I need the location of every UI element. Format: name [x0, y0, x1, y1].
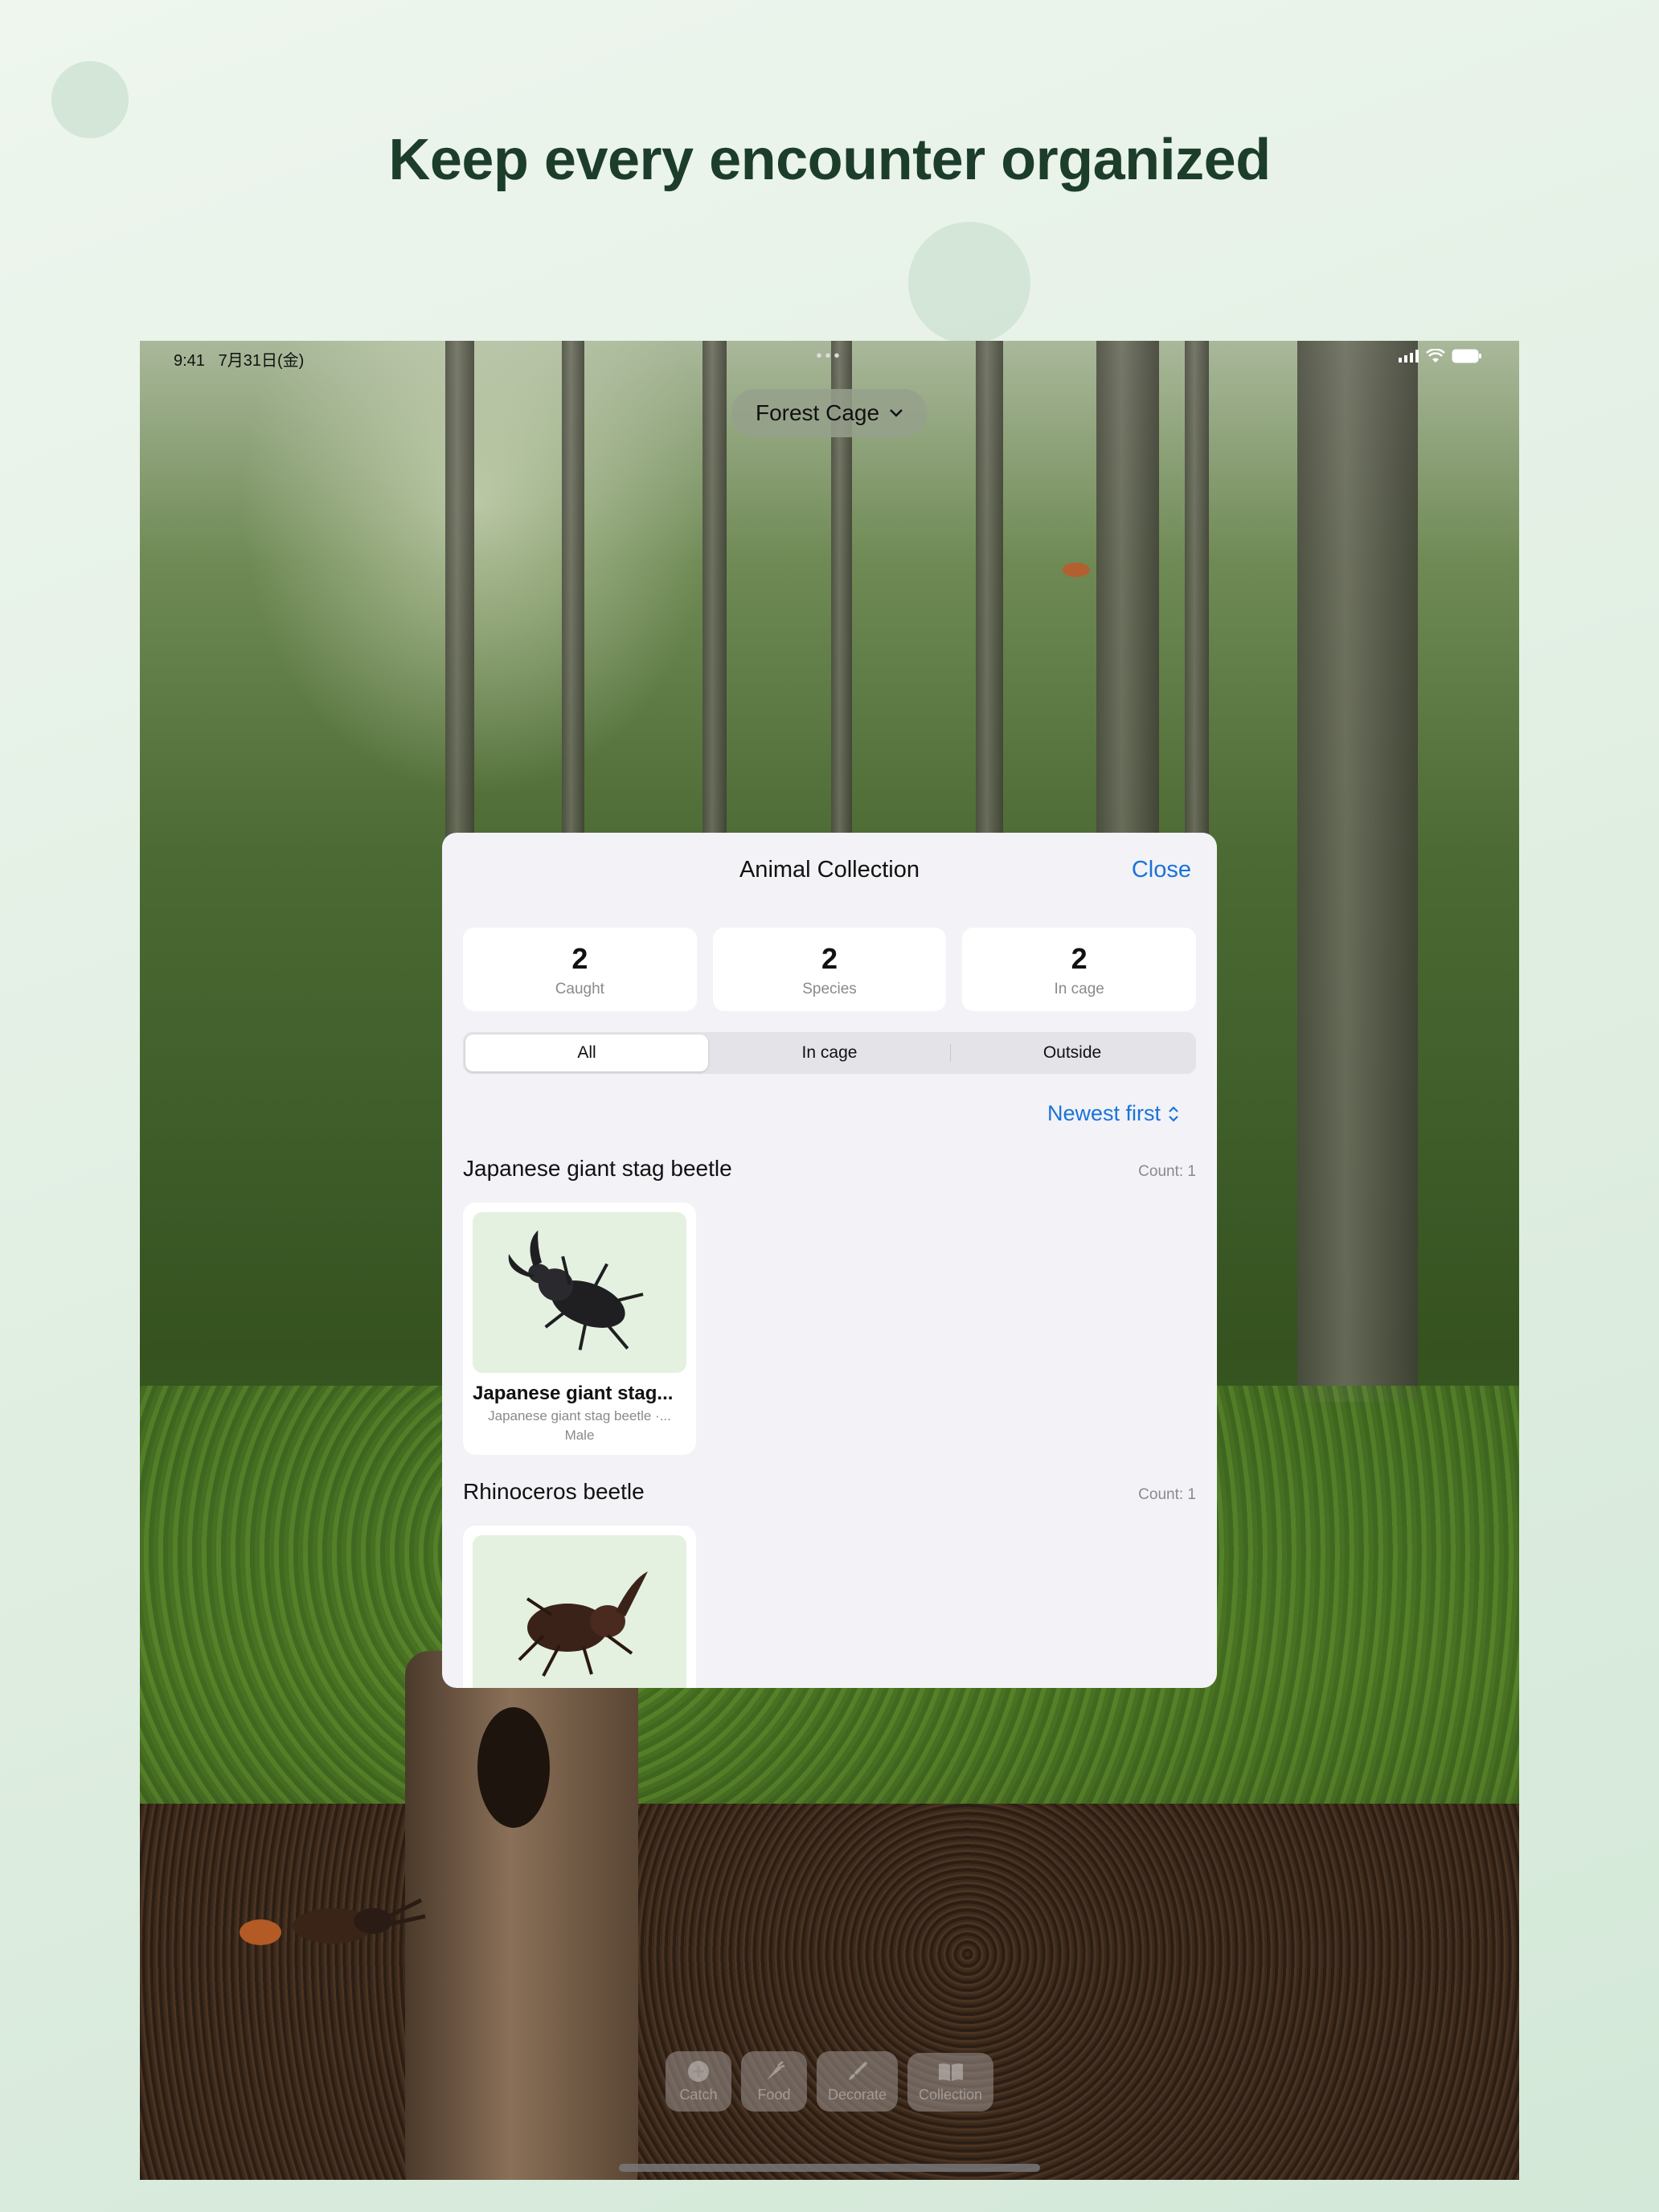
animal-subtitle: Japanese giant stag beetle ·...	[488, 1408, 671, 1423]
animal-card[interactable]	[463, 1526, 696, 1688]
section-title: Rhinoceros beetle	[463, 1479, 645, 1504]
stat-value: 2	[1071, 942, 1088, 975]
book-icon	[938, 2063, 963, 2081]
device-screen: 9:41 7月31日(金) ••• Forest Cage Animal Col…	[140, 341, 1519, 2180]
stat-label: In cage	[1054, 981, 1104, 997]
filter-segmented-control: All In cage Outside	[463, 1032, 1196, 1074]
section-header: Rhinoceros beetle Count: 1	[463, 1479, 1196, 1505]
rhinoceros-beetle-image	[473, 1535, 686, 1688]
stat-in-cage: 2 In cage	[962, 928, 1197, 1011]
falling-leaf	[1063, 563, 1090, 577]
stat-caught: 2 Caught	[463, 928, 697, 1011]
tool-label: Food	[757, 2087, 791, 2103]
cage-selector[interactable]: Forest Cage	[731, 389, 928, 437]
food-button[interactable]: Food	[740, 2051, 807, 2112]
plus-circle-icon	[687, 2061, 709, 2082]
segment-outside[interactable]: Outside	[951, 1034, 1194, 1071]
stat-value: 2	[821, 942, 838, 975]
carrot-icon	[766, 2061, 785, 2080]
paintbrush-icon	[848, 2061, 867, 2080]
close-button[interactable]: Close	[1132, 857, 1191, 883]
stump-hole	[477, 1707, 550, 1828]
battery-icon	[1452, 349, 1481, 363]
sort-menu-button[interactable]: Newest first	[1047, 1101, 1180, 1126]
segment-all[interactable]: All	[465, 1034, 708, 1071]
tree-trunk	[1297, 341, 1418, 1402]
tool-label: Decorate	[827, 2087, 887, 2103]
rhinoceros-beetle-icon	[518, 1571, 648, 1677]
section-header: Japanese giant stag beetle Count: 1	[463, 1156, 1196, 1182]
stat-label: Species	[802, 981, 857, 997]
stag-beetle-icon	[508, 1230, 644, 1350]
stats-row: 2 Caught 2 Species 2 In cage	[463, 928, 1197, 1011]
section-title: Japanese giant stag beetle	[463, 1156, 732, 1181]
section-count: Count: 1	[1138, 1163, 1196, 1180]
beetle-on-ground	[240, 1898, 426, 1945]
decorative-circle-large	[908, 222, 1030, 344]
section-count: Count: 1	[1138, 1486, 1196, 1503]
chevron-down-icon	[890, 409, 903, 417]
bottom-toolbar: Catch Food Decorate Collection	[665, 2051, 994, 2112]
status-bar: 9:41 7月31日(金) •••	[140, 341, 1519, 376]
decorate-button[interactable]: Decorate	[816, 2051, 898, 2112]
modal-title: Animal Collection	[739, 857, 920, 883]
animal-sex: Male	[564, 1428, 595, 1443]
stag-beetle-image	[473, 1212, 686, 1373]
cellular-signal-icon	[1399, 350, 1419, 363]
collection-button[interactable]: Collection	[907, 2053, 994, 2112]
animal-card[interactable]: Japanese giant stag... Japanese giant st…	[463, 1202, 696, 1455]
status-icons	[1399, 349, 1482, 363]
animal-collection-modal: Animal Collection Close 2 Caught 2 Speci…	[442, 833, 1217, 1688]
catch-button[interactable]: Catch	[665, 2051, 731, 2112]
soil-ground	[140, 1804, 1519, 2180]
page-headline: Keep every encounter organized	[388, 128, 1271, 192]
tool-label: Collection	[919, 2087, 983, 2103]
chevron-up-down-icon	[1169, 1105, 1178, 1122]
sort-label: Newest first	[1047, 1101, 1161, 1125]
stat-label: Caught	[555, 981, 604, 997]
segment-in-cage[interactable]: In cage	[708, 1034, 951, 1071]
wifi-icon	[1426, 349, 1445, 363]
stat-species: 2 Species	[712, 928, 947, 1011]
home-indicator[interactable]	[619, 2164, 1040, 2172]
stat-value: 2	[571, 942, 588, 975]
cage-selector-label: Forest Cage	[755, 400, 880, 425]
tool-label: Catch	[679, 2087, 718, 2103]
multitasking-dots[interactable]: •••	[816, 347, 842, 366]
status-time: 9:41 7月31日(金)	[174, 352, 305, 370]
animal-name: Japanese giant stag...	[473, 1382, 674, 1404]
